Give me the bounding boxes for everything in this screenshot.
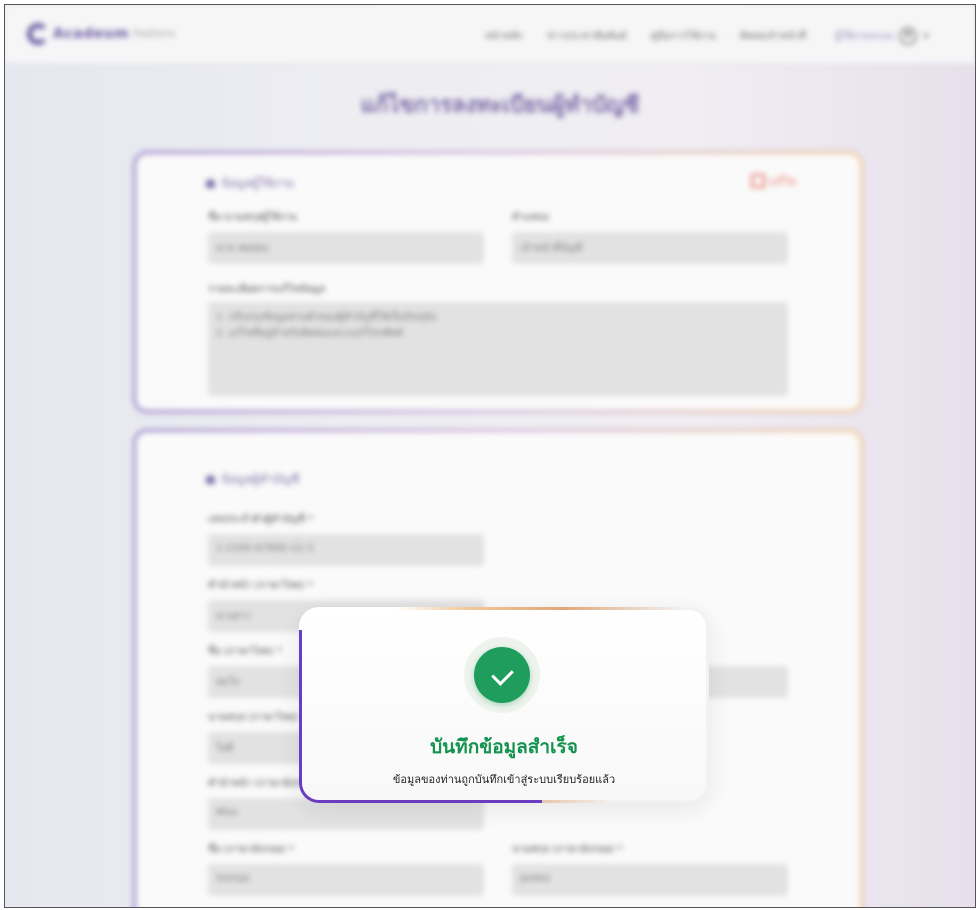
nav-item-contact[interactable]: ติดต่อเจ้าหน้าที่ [740, 29, 806, 44]
chevron-down-icon: ▾ [923, 30, 929, 42]
nav-item-news[interactable]: ข่าวประชาสัมพันธ์ [547, 29, 627, 44]
user-info-card: ข้อมูลผู้ใช้งาน แก้ไข ชื่อ-นามสกุลผู้ใช้… [133, 151, 863, 413]
label-accountant-id: เลขประจำตัวผู้ทำบัญชี * [208, 514, 313, 525]
accountant-id-field[interactable]: 1-2345-67890-12-3 [208, 534, 484, 566]
logo[interactable]: Acadeum Platform [27, 23, 175, 45]
person-icon [206, 179, 215, 188]
section-title-text: ข้อมูลผู้ทำบัญชี [221, 472, 300, 486]
edit-detail-textarea[interactable]: 1. ปรับปรุงข้อมูลส่วนตัวของผู้ทำบัญชีให้… [208, 302, 788, 396]
check-circle-icon [474, 647, 530, 703]
textarea-line-1: 1. ปรับปรุงข้อมูลส่วนตัวของผู้ทำบัญชีให้… [216, 312, 437, 323]
logo-text: Acadeum [53, 26, 130, 42]
user-menu[interactable]: ผู้ใช้งานระบบ ▾ [835, 27, 928, 45]
label-prefix-th: คำนำหน้า (ภาษาไทย) * [208, 580, 313, 591]
nav-item-home[interactable]: หน้าหลัก [485, 29, 523, 44]
app-window: Acadeum Platform หน้าหลัก ข่าวประชาสัมพั… [4, 4, 976, 908]
top-nav: หน้าหลัก ข่าวประชาสัมพันธ์ คู่มือการใช้ง… [485, 29, 806, 44]
person-icon [206, 475, 215, 484]
success-message: ข้อมูลของท่านถูกบันทึกเข้าสู่ระบบเรียบร้… [392, 773, 616, 786]
edit-button[interactable]: แก้ไข [751, 172, 796, 190]
label-surname-en: นามสกุล (ภาษาอังกฤษ) * [512, 844, 623, 855]
nav-item-manual[interactable]: คู่มือการใช้งาน [651, 29, 716, 44]
user-avatar-icon [899, 27, 918, 45]
position-field[interactable]: เจ้าหน้าที่บัญชี [512, 232, 788, 264]
success-dialog[interactable]: บันทึกข้อมูลสำเร็จ ข้อมูลของท่านถูกบันทึ… [299, 607, 709, 803]
textarea-line-2: 2. แก้ไขที่อยู่สำหรับติดต่อและเบอร์โทรศั… [216, 328, 404, 339]
label-position: ตำแหน่ง [512, 212, 549, 223]
section-title-text: ข้อมูลผู้ใช้งาน [221, 176, 294, 190]
logo-mark-icon [27, 23, 49, 45]
section-title-accountant: ข้อมูลผู้ทำบัญชี [206, 470, 299, 489]
label-username: ชื่อ-นามสกุลผู้ใช้งาน [208, 212, 297, 223]
username-field[interactable]: นาย ทดสอบ [208, 232, 484, 264]
surname-en-field[interactable]: Jaidee [512, 864, 788, 896]
label-name-th: ชื่อ (ภาษาไทย) * [208, 646, 282, 657]
section-title-user-info: ข้อมูลผู้ใช้งาน [206, 174, 294, 193]
logo-subtext: Platform [133, 28, 176, 40]
edit-label: แก้ไข [769, 175, 796, 188]
name-en-field[interactable]: Somjai [208, 864, 484, 896]
top-header: Acadeum Platform หน้าหลัก ข่าวประชาสัมพั… [5, 5, 975, 64]
label-edit-detail: รายละเอียดการแก้ไขข้อมูล [208, 284, 326, 295]
success-title: บันทึกข้อมูลสำเร็จ [430, 736, 578, 758]
label-surname-th: นามสกุล (ภาษาไทย) * [208, 712, 307, 723]
label-name-en: ชื่อ (ภาษาอังกฤษ) * [208, 844, 294, 855]
user-name: ผู้ใช้งานระบบ [835, 30, 894, 42]
success-check-ring [464, 637, 540, 713]
edit-icon [751, 174, 766, 188]
page-title: แก้ไขการลงทะเบียนผู้ทำบัญชี [360, 93, 640, 118]
